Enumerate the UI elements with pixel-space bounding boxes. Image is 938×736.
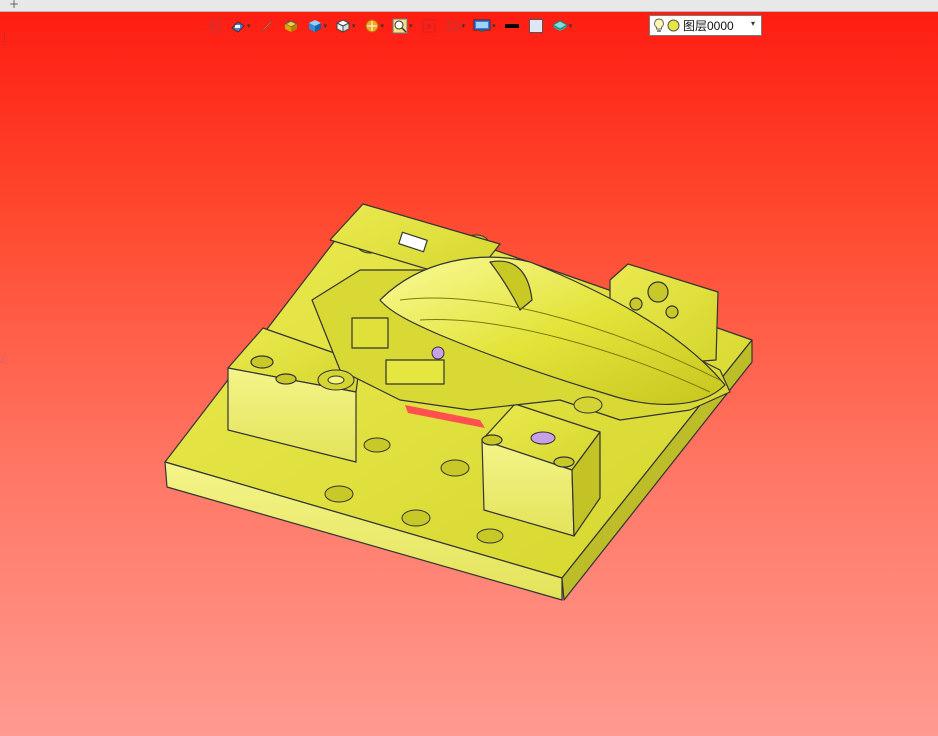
tab-strip: + bbox=[0, 0, 938, 12]
mold-model[interactable] bbox=[0, 12, 938, 736]
add-tab-button[interactable]: + bbox=[9, 0, 19, 11]
3d-viewport[interactable] bbox=[0, 12, 938, 736]
